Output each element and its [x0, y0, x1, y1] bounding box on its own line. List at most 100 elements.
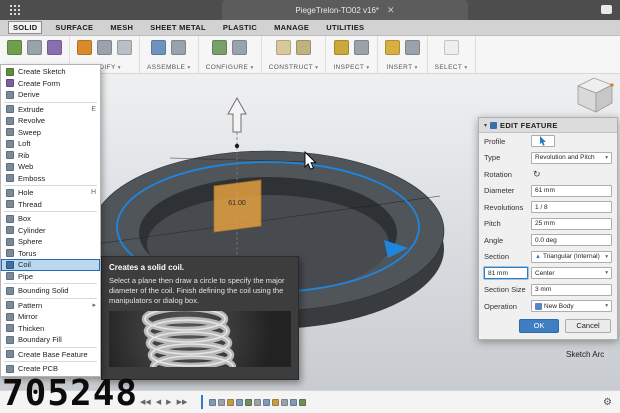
extrude-icon[interactable]: [27, 40, 42, 55]
inspect-group-label[interactable]: INSPECT ▾: [333, 64, 369, 71]
tab-surface[interactable]: SURFACE: [51, 22, 97, 33]
measure-icon[interactable]: [334, 40, 349, 55]
menu-item-create-sketch[interactable]: Create Sketch: [1, 66, 100, 78]
menu-item-emboss[interactable]: Emboss: [1, 173, 100, 185]
menu-item-rib[interactable]: Rib: [1, 150, 100, 162]
menu-item-pattern[interactable]: Pattern▸: [1, 300, 100, 312]
feature-marker[interactable]: [218, 399, 225, 406]
pattern-icon: [6, 301, 14, 309]
go-to-end-icon[interactable]: ▶▶: [177, 398, 188, 406]
menu-item-pipe[interactable]: Pipe: [1, 271, 100, 283]
job-status-icon[interactable]: [601, 5, 612, 14]
step-back-icon[interactable]: ◀: [156, 398, 161, 406]
shell-icon[interactable]: [117, 40, 132, 55]
app-grid-icon[interactable]: [10, 5, 12, 7]
menu-item-boundary-fill[interactable]: Boundary Fill: [1, 334, 100, 346]
tab-mesh[interactable]: MESH: [106, 22, 137, 33]
operation-dropdown[interactable]: New Body ▾: [531, 300, 612, 312]
menu-item-thread[interactable]: Thread: [1, 199, 100, 211]
menu-item-derive[interactable]: Derive: [1, 89, 100, 101]
configure-group-label[interactable]: CONFIGURE ▾: [206, 64, 254, 71]
document-tab[interactable]: PiegeTrelon-TO02 v16* ✕: [222, 0, 468, 20]
tab-sheet-metal[interactable]: SHEET METAL: [146, 22, 210, 33]
press-pull-icon[interactable]: [77, 40, 92, 55]
menu-item-extrude[interactable]: ExtrudeE: [1, 104, 100, 116]
timeline-position-marker[interactable]: [201, 395, 203, 409]
configuration-table-icon[interactable]: [232, 40, 247, 55]
pitch-input[interactable]: 25 mm: [531, 218, 612, 230]
menu-item-create-base-feature[interactable]: Create Base Feature: [1, 349, 100, 361]
menu-item-loft[interactable]: Loft: [1, 138, 100, 150]
angle-input[interactable]: 0.0 deg: [531, 234, 612, 246]
feature-marker[interactable]: [281, 399, 288, 406]
tab-manage[interactable]: MANAGE: [270, 22, 313, 33]
menu-item-thicken[interactable]: Thicken: [1, 323, 100, 335]
new-component-icon[interactable]: [151, 40, 166, 55]
offset-plane-icon[interactable]: [276, 40, 291, 55]
bounding-solid-icon: [6, 287, 14, 295]
select-group-label[interactable]: SELECT ▾: [435, 64, 468, 71]
menu-item-sphere[interactable]: Sphere: [1, 236, 100, 248]
configuration-icon[interactable]: [212, 40, 227, 55]
pivot-point[interactable]: [235, 144, 239, 148]
construct-group-label[interactable]: CONSTRUCT ▾: [269, 64, 319, 71]
menu-item-mirror[interactable]: Mirror: [1, 311, 100, 323]
menu-item-sweep[interactable]: Sweep: [1, 127, 100, 139]
axis-icon[interactable]: [296, 40, 311, 55]
joint-icon[interactable]: [171, 40, 186, 55]
feature-marker[interactable]: [290, 399, 297, 406]
menu-item-hole[interactable]: HoleH: [1, 187, 100, 199]
select-cursor-icon: [539, 136, 547, 146]
coil-icon: [6, 261, 14, 269]
dialog-header[interactable]: ▾ EDIT FEATURE: [479, 118, 617, 133]
close-tab-icon[interactable]: ✕: [387, 5, 395, 16]
feature-marker[interactable]: [272, 399, 279, 406]
profile-selector[interactable]: [531, 135, 555, 147]
menu-item-torus[interactable]: Torus: [1, 248, 100, 260]
gear-icon[interactable]: ⚙: [603, 397, 612, 408]
feature-marker[interactable]: [209, 399, 216, 406]
revolutions-input[interactable]: 1 / 8: [531, 201, 612, 213]
go-to-start-icon[interactable]: ◀◀: [140, 398, 151, 406]
menu-item-revolve[interactable]: Revolve: [1, 115, 100, 127]
cube-corner-marker[interactable]: [610, 83, 613, 86]
web-icon: [6, 163, 14, 171]
tab-utilities[interactable]: UTILITIES: [322, 22, 368, 33]
insert-mesh-icon[interactable]: [405, 40, 420, 55]
cancel-button[interactable]: Cancel: [565, 319, 611, 333]
section-size-input[interactable]: 3 mm: [531, 284, 612, 296]
feature-marker[interactable]: [263, 399, 270, 406]
section-dropdown[interactable]: ▲ Triangular (Internal) ▾: [531, 251, 612, 263]
section-analysis-icon[interactable]: [354, 40, 369, 55]
type-dropdown[interactable]: Revolution and Pitch ▾: [531, 152, 612, 164]
feature-marker[interactable]: [299, 399, 306, 406]
menu-item-web[interactable]: Web: [1, 161, 100, 173]
section-position-dropdown[interactable]: Center ▾: [531, 267, 612, 279]
section-position-input[interactable]: 81 mm: [484, 267, 528, 279]
create-sketch-icon[interactable]: [7, 40, 22, 55]
menu-item-cylinder[interactable]: Cylinder: [1, 225, 100, 237]
create-form-icon[interactable]: [47, 40, 62, 55]
feature-marker[interactable]: [245, 399, 252, 406]
feature-marker[interactable]: [236, 399, 243, 406]
select-cursor-icon[interactable]: [444, 40, 459, 55]
fillet-icon[interactable]: [97, 40, 112, 55]
menu-item-coil[interactable]: Coil: [1, 259, 100, 271]
insert-group-label[interactable]: INSERT ▾: [386, 64, 417, 71]
tab-plastic[interactable]: PLASTIC: [219, 22, 261, 33]
rotation-direction-icon[interactable]: ↻: [531, 169, 541, 180]
feature-marker[interactable]: [227, 399, 234, 406]
diameter-input[interactable]: 61 mm: [531, 185, 612, 197]
ok-button[interactable]: OK: [519, 319, 559, 333]
menu-item-create-form[interactable]: Create Form: [1, 78, 100, 90]
feature-marker[interactable]: [254, 399, 261, 406]
coil-image: [109, 311, 291, 367]
tab-solid[interactable]: SOLID: [8, 21, 42, 34]
menu-item-bounding-solid[interactable]: Bounding Solid: [1, 285, 100, 297]
insert-mcmaster-icon[interactable]: [385, 40, 400, 55]
menu-item-box[interactable]: Box: [1, 213, 100, 225]
assemble-group-label[interactable]: ASSEMBLE ▾: [147, 64, 191, 71]
play-icon[interactable]: ▶: [166, 398, 171, 406]
view-cube[interactable]: [570, 72, 618, 120]
collapse-icon[interactable]: ▾: [484, 122, 487, 129]
